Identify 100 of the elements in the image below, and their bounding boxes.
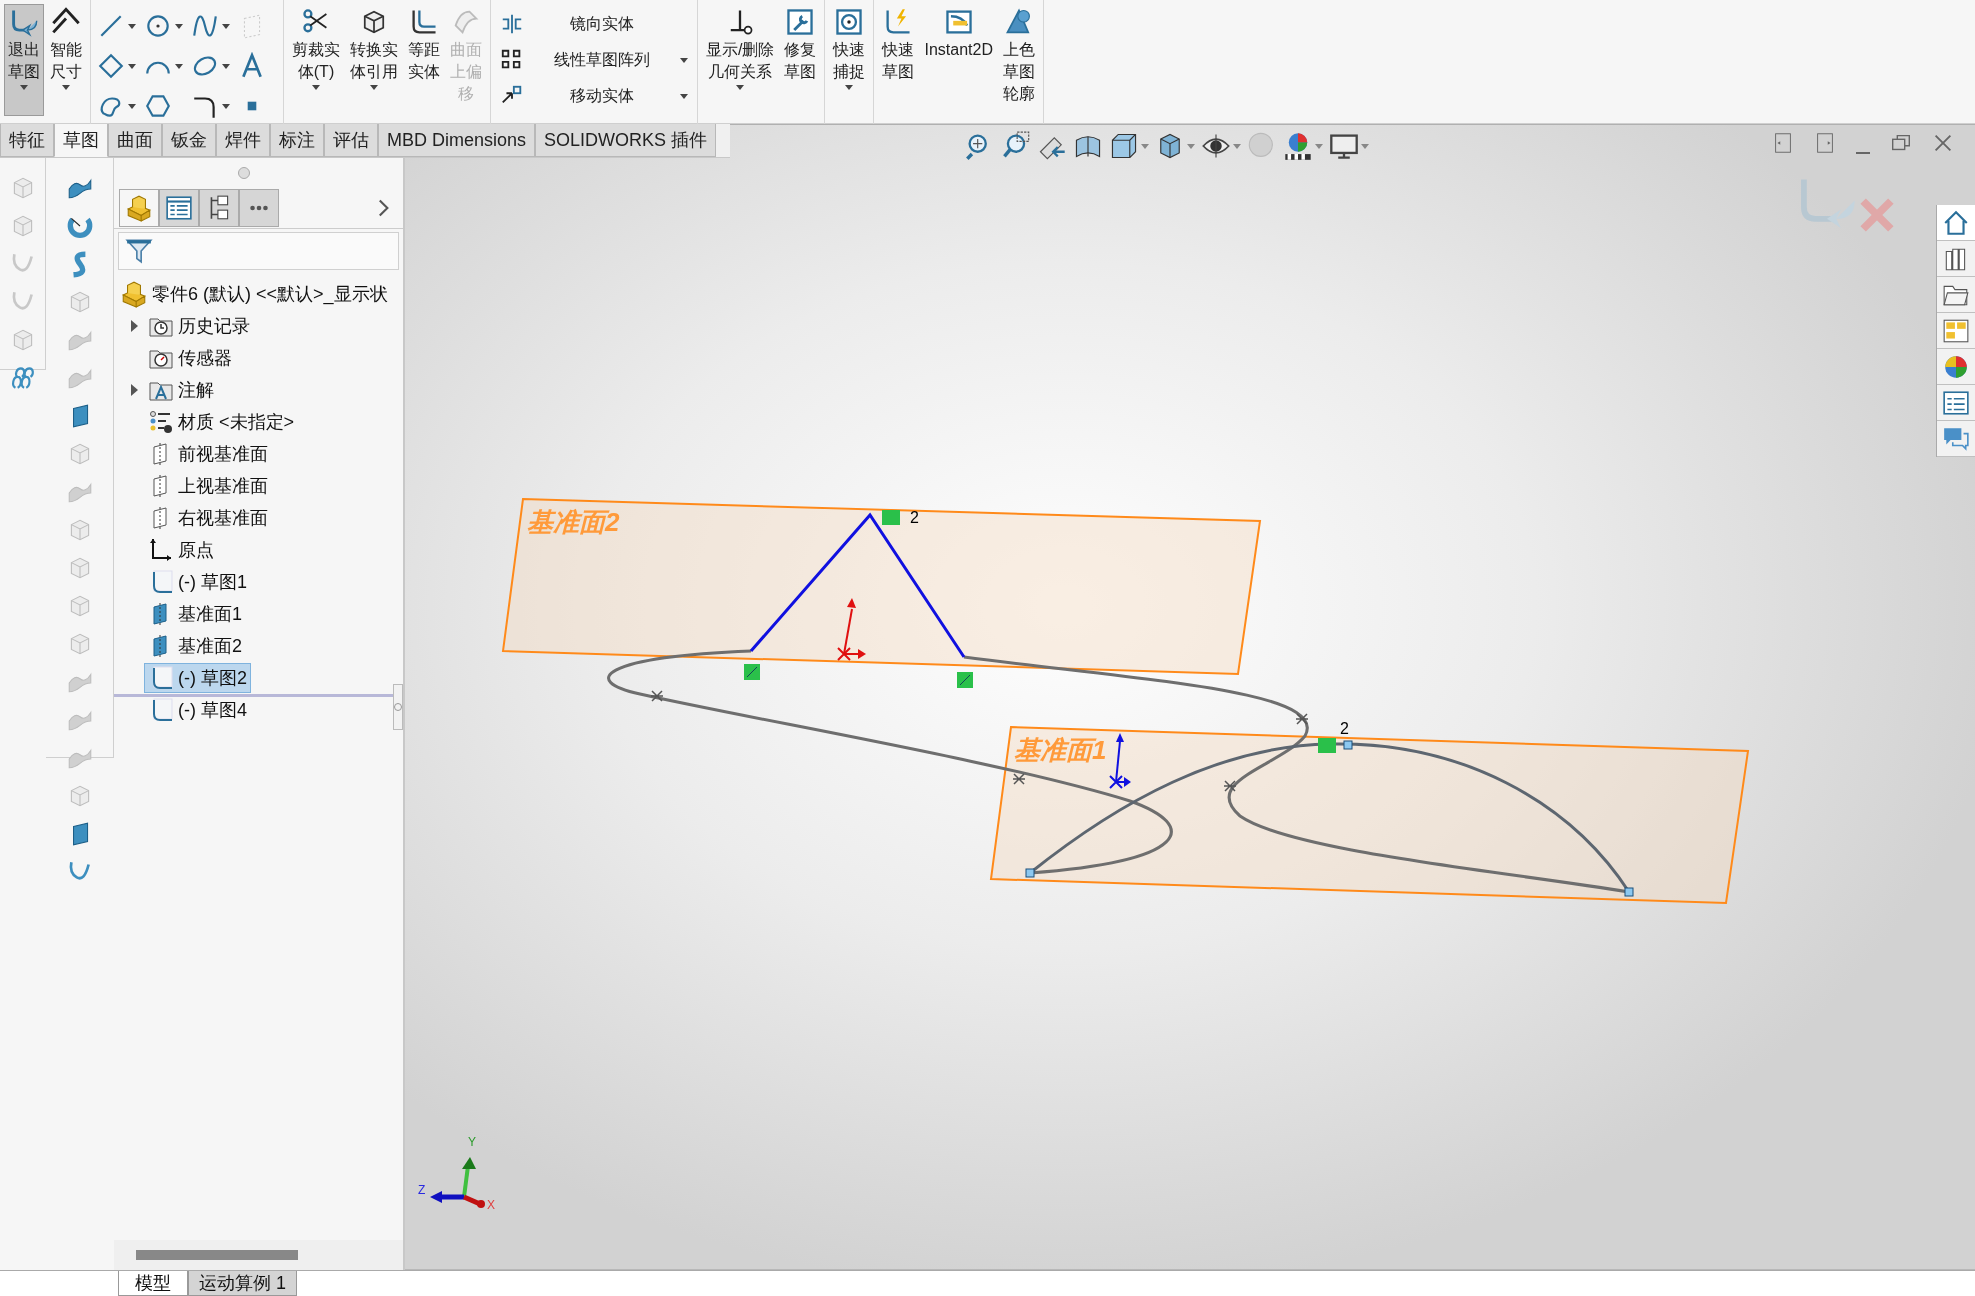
task-pane-tab[interactable] <box>1937 313 1975 349</box>
spline-point-marker[interactable] <box>650 690 664 702</box>
sketch-polyline[interactable] <box>749 512 966 658</box>
filter-field[interactable] <box>118 232 399 270</box>
task-pane-tab[interactable] <box>1937 421 1975 457</box>
tree-item[interactable]: (-) 草图1 <box>144 567 251 597</box>
axis-label: Y <box>468 1135 476 1149</box>
ribbon-button[interactable]: 上色 草图 轮廓 <box>998 4 1039 108</box>
ribbon-tab[interactable]: MBD Dimensions <box>378 124 536 157</box>
ribbon-button[interactable]: 快速 草图 <box>878 4 919 86</box>
button-label: 修复 草图 <box>784 40 817 82</box>
caret-icon <box>1361 143 1369 149</box>
caret-icon <box>680 57 688 63</box>
panel-tab[interactable] <box>159 189 199 227</box>
panel-handle[interactable] <box>237 167 250 179</box>
spline-point-marker[interactable] <box>1223 780 1237 792</box>
ribbon-button[interactable]: 修复 草图 <box>780 4 821 86</box>
relation-marker <box>957 672 973 688</box>
caret-icon <box>128 63 136 69</box>
circle-icon <box>144 12 172 40</box>
button-label: 快速 草图 <box>882 40 915 82</box>
panel-tab[interactable] <box>199 189 239 227</box>
tree-item[interactable]: (-) 草图2 <box>144 663 251 693</box>
tree-item[interactable]: 基准面1 <box>144 599 246 629</box>
relation-count: 2 <box>1340 720 1349 737</box>
task-pane-tab[interactable] <box>1937 277 1975 313</box>
spline-point-marker[interactable] <box>1295 713 1309 725</box>
model-tab[interactable]: 运动算例 1 <box>188 1271 297 1296</box>
relation-marker <box>882 510 900 525</box>
ribbon-tab[interactable]: 钣金 <box>162 124 216 157</box>
task-pane-tab[interactable] <box>1937 205 1975 241</box>
ribbon-button[interactable]: 智能 尺寸 <box>46 4 86 93</box>
caret-icon <box>128 103 136 109</box>
endpoint-marker[interactable] <box>1343 740 1353 750</box>
endpoint-marker[interactable] <box>1624 887 1634 897</box>
ribbon-button[interactable]: 剪裁实 体(T) <box>288 4 344 93</box>
panel-tab[interactable] <box>239 189 279 227</box>
caret-icon <box>62 85 70 90</box>
ribbon-button[interactable]: Instant2D <box>920 4 997 64</box>
expand-arrow-icon[interactable] <box>129 384 139 396</box>
ribbon-tab[interactable]: 标注 <box>270 124 324 157</box>
button-label: Instant2D <box>924 40 993 60</box>
spline-point-marker[interactable] <box>1012 773 1026 785</box>
button-label: 上色 草图 轮廓 <box>1002 40 1035 104</box>
offset-icon <box>409 7 439 37</box>
part-icon <box>120 280 148 308</box>
tree-item[interactable]: 右视基准面 <box>144 503 272 533</box>
tree-item[interactable]: 上视基准面 <box>144 471 272 501</box>
tree-root-label[interactable]: 零件6 (默认) <<默认>_显示状 <box>152 282 388 306</box>
ribbon-button[interactable]: 退出 草图 <box>4 4 44 116</box>
ruler-icon <box>943 7 974 37</box>
ribbon-button[interactable]: 线性草图阵列 <box>495 46 693 74</box>
button-label: 智能 尺寸 <box>50 40 82 82</box>
task-pane-tab[interactable] <box>1937 385 1975 421</box>
caret-icon <box>312 85 320 90</box>
view-cube-icon <box>1109 131 1139 161</box>
more-dots-icon <box>247 204 271 212</box>
relation-marker <box>744 664 760 680</box>
tree-item[interactable]: 基准面2 <box>144 631 246 661</box>
caret-icon <box>128 23 136 29</box>
ribbon-tab[interactable]: SOLIDWORKS 插件 <box>535 124 717 157</box>
relation-marker <box>1318 738 1336 753</box>
button-label: 等距 实体 <box>408 40 440 82</box>
ribbon-button[interactable]: 转换实 体引用 <box>346 4 402 93</box>
ribbon-tab[interactable]: 曲面 <box>108 124 162 157</box>
sketch-origin-axes-icon <box>1109 733 1131 789</box>
ribbon-button[interactable]: 镜向实体 <box>495 10 693 38</box>
endpoint-marker[interactable] <box>1025 868 1035 878</box>
filter-icon <box>125 237 153 265</box>
sketch-origin-axes-icon <box>837 598 866 661</box>
ribbon-tab[interactable]: 评估 <box>324 124 378 157</box>
ribbon-tab[interactable]: 焊件 <box>216 124 270 157</box>
ribbon-tab[interactable]: 特征 <box>0 124 54 157</box>
minimize-icon <box>1855 151 1871 155</box>
button-label: 剪裁实 体(T) <box>292 40 340 82</box>
ribbon-button[interactable]: 快速 捕捉 <box>829 4 870 93</box>
caret-icon <box>20 85 28 90</box>
task-pane-tab[interactable] <box>1937 241 1975 277</box>
axis-label: Z <box>418 1183 426 1197</box>
panel-grip[interactable] <box>393 684 403 730</box>
tree-item[interactable]: (-) 草图4 <box>144 695 251 725</box>
ribbon-tab[interactable]: 草图 <box>54 124 108 157</box>
tree-item[interactable]: 注解 <box>144 375 218 405</box>
caret-icon <box>175 23 183 29</box>
ribbon-button[interactable]: 显示/删除 几何关系 <box>702 4 779 93</box>
tree-item[interactable]: 前视基准面 <box>144 439 272 469</box>
tree-item[interactable]: 历史记录 <box>144 311 254 341</box>
plane-label: 基准面1 <box>1014 735 1107 765</box>
model-tab[interactable]: 模型 <box>118 1271 188 1296</box>
caret-icon <box>680 93 688 99</box>
ribbon-button[interactable]: 移动实体 <box>495 82 693 110</box>
scrollbar-thumb[interactable] <box>136 1250 298 1260</box>
tree-item[interactable]: 材质 <未指定> <box>144 407 299 437</box>
polygon-icon <box>144 92 172 120</box>
snap-icon <box>834 7 865 37</box>
expand-arrow-icon[interactable] <box>129 320 139 332</box>
task-pane-tab[interactable] <box>1937 349 1975 385</box>
ribbon-button[interactable]: 等距 实体 <box>404 4 444 86</box>
tree-item[interactable]: 原点 <box>144 535 218 565</box>
tree-item[interactable]: 传感器 <box>144 343 236 373</box>
